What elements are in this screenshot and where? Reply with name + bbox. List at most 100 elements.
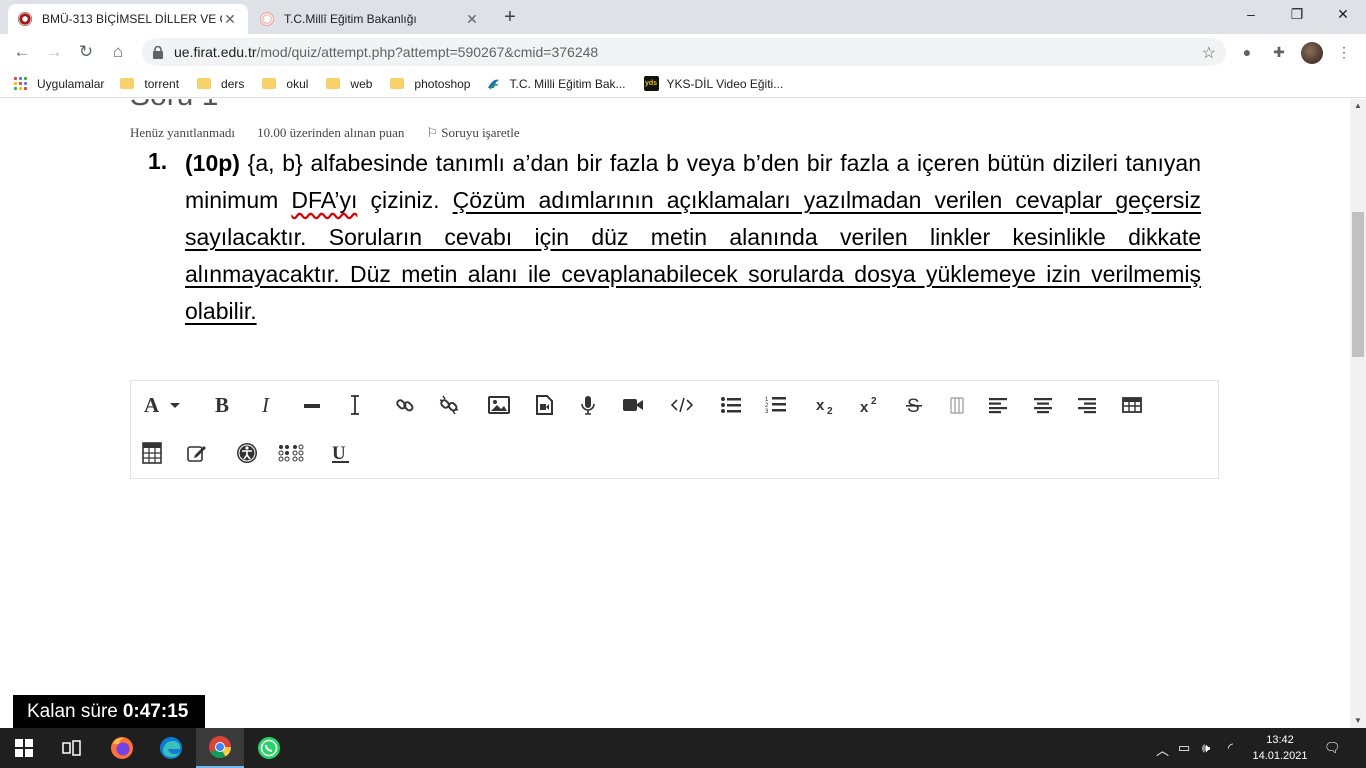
chrome-menu-icon[interactable]: ⋮ bbox=[1335, 43, 1353, 61]
tab-meb[interactable]: T.C.Millî Eğitim Bakanlığı ✕ bbox=[250, 4, 490, 34]
taskbar-clock[interactable]: 13:42 14.01.2021 bbox=[1250, 732, 1310, 764]
bookmark-label: ders bbox=[221, 76, 245, 91]
page-content: Soru 1 Henüz yanıtlanmadı 10.00 üzerinde… bbox=[0, 99, 1350, 728]
show-hidden-icons-icon[interactable]: ︿ bbox=[1156, 740, 1169, 759]
svg-text:3: 3 bbox=[765, 409, 769, 415]
horizontal-rule-button[interactable] bbox=[301, 391, 323, 419]
yds-icon: yds bbox=[643, 76, 659, 91]
bookmark-label: web bbox=[350, 76, 373, 91]
whatsapp-icon[interactable] bbox=[245, 728, 293, 768]
restore-button[interactable]: ❐ bbox=[1274, 0, 1320, 30]
underline-button[interactable]: U bbox=[330, 439, 352, 467]
table-button[interactable] bbox=[1121, 391, 1143, 419]
media-button[interactable] bbox=[532, 391, 556, 419]
notification-center-icon[interactable]: 🗨 bbox=[1324, 740, 1341, 756]
tab-close-icon[interactable]: ✕ bbox=[464, 11, 480, 28]
timer-value: 0:47:15 bbox=[122, 700, 189, 722]
chrome-icon[interactable] bbox=[196, 728, 244, 768]
address-bar[interactable]: ue.firat.edu.tr /mod/quiz/attempt.php?at… bbox=[142, 38, 1226, 66]
unordered-list-button[interactable] bbox=[719, 391, 743, 419]
align-right-button[interactable] bbox=[1076, 391, 1098, 419]
avatar[interactable] bbox=[1301, 42, 1323, 64]
bookmarks-bar: Uygulamalar torrent ders okul web photos… bbox=[0, 70, 1366, 98]
minimize-button[interactable]: – bbox=[1228, 0, 1274, 30]
url-host: ue.firat.edu.tr bbox=[174, 44, 257, 60]
align-left-button[interactable] bbox=[987, 391, 1009, 419]
bookmark-star-icon[interactable]: ☆ bbox=[1202, 43, 1216, 63]
folder-icon bbox=[197, 78, 212, 89]
reload-icon[interactable]: ↻ bbox=[73, 39, 99, 65]
new-tab-button[interactable]: + bbox=[498, 6, 522, 30]
clear-formatting-button[interactable] bbox=[344, 391, 366, 419]
lock-icon bbox=[152, 45, 164, 59]
collapse-button[interactable] bbox=[947, 391, 969, 419]
folder-icon bbox=[120, 78, 135, 89]
back-icon[interactable]: ← bbox=[9, 39, 35, 65]
bookmark-label: torrent bbox=[144, 76, 180, 91]
extension-circle-icon[interactable]: ● bbox=[1238, 43, 1256, 61]
bookmark-meb[interactable]: T.C. Milli Eğitim Bak... bbox=[486, 76, 626, 91]
browser-toolbar: ← → ↻ ⌂ ue.firat.edu.tr /mod/quiz/attemp… bbox=[0, 34, 1366, 70]
strikethrough-button[interactable]: S bbox=[903, 391, 925, 419]
wifi-icon[interactable]: ◜ bbox=[1228, 740, 1233, 756]
volume-icon[interactable]: 🕪 bbox=[1202, 740, 1210, 756]
scroll-up-icon[interactable]: ▲ bbox=[1350, 99, 1366, 113]
battery-icon[interactable]: ▭ bbox=[1178, 740, 1190, 756]
superscript-button[interactable]: x2 bbox=[858, 391, 882, 419]
align-center-button[interactable] bbox=[1032, 391, 1054, 419]
home-icon[interactable]: ⌂ bbox=[105, 39, 131, 65]
windows-start-icon[interactable] bbox=[0, 728, 48, 768]
bookmark-ders[interactable]: ders bbox=[197, 77, 244, 91]
flag-icon: ⚐ bbox=[426, 125, 439, 140]
bookmark-yds[interactable]: yds YKS-DİL Video Eğiti... bbox=[643, 76, 784, 91]
unlink-button[interactable] bbox=[437, 391, 461, 419]
question-text-part: çiziniz. bbox=[357, 187, 453, 213]
question-number: 1. bbox=[148, 148, 168, 174]
edge-icon[interactable] bbox=[147, 728, 195, 768]
link-button[interactable] bbox=[393, 391, 417, 419]
italic-button[interactable]: I bbox=[256, 391, 280, 419]
html-code-button[interactable] bbox=[669, 391, 695, 419]
bookmark-photoshop[interactable]: photoshop bbox=[390, 77, 470, 91]
subscript-button[interactable]: x2 bbox=[814, 391, 838, 419]
bookmark-label: Uygulamalar bbox=[37, 76, 105, 91]
bookmark-okul[interactable]: okul bbox=[262, 77, 308, 91]
video-camera-icon[interactable] bbox=[621, 391, 645, 419]
scroll-thumb[interactable] bbox=[1352, 212, 1364, 357]
svg-text:x: x bbox=[860, 399, 869, 416]
question-text: (10p) {a, b} alfabesinde tanımlı a’dan b… bbox=[185, 145, 1201, 330]
ordered-list-button[interactable]: 123 bbox=[764, 391, 788, 419]
question-status: Henüz yanıtlanmadı bbox=[130, 125, 236, 140]
tab-quiz[interactable]: BMÜ-313 BİÇİMSEL DİLLER VE OT ✕ bbox=[8, 4, 248, 34]
bookmark-torrent[interactable]: torrent bbox=[120, 77, 179, 91]
bookmark-web[interactable]: web bbox=[326, 77, 372, 91]
extensions-puzzle-icon[interactable]: ✚ bbox=[1270, 43, 1288, 61]
bookmark-apps[interactable]: Uygulamalar bbox=[14, 77, 104, 91]
close-window-button[interactable]: ✕ bbox=[1320, 0, 1366, 30]
screenreader-helper-icon[interactable] bbox=[278, 439, 304, 467]
accessibility-checker-icon[interactable] bbox=[235, 439, 259, 467]
svg-text:I: I bbox=[261, 394, 270, 416]
bold-button[interactable]: B bbox=[211, 391, 235, 419]
bookmark-label: YKS-DİL Video Eğiti... bbox=[666, 76, 784, 91]
answer-editor[interactable]: A B I 1 2 3 x 2 x 2 S U bbox=[130, 380, 1219, 479]
meb-favicon-icon bbox=[260, 12, 274, 26]
browser-tab-strip: BMÜ-313 BİÇİMSEL DİLLER VE OT ✕ T.C.Mill… bbox=[0, 0, 1366, 34]
scroll-down-icon[interactable]: ▼ bbox=[1350, 714, 1366, 728]
folder-icon bbox=[390, 78, 405, 89]
timer-label: Kalan süre bbox=[27, 700, 118, 722]
forward-icon[interactable]: → bbox=[41, 39, 67, 65]
flag-question-link[interactable]: ⚐ Soruyu işaretle bbox=[426, 125, 519, 141]
tab-close-icon[interactable]: ✕ bbox=[222, 11, 238, 28]
font-color-button[interactable]: A bbox=[141, 391, 187, 419]
equation-calculator-icon[interactable] bbox=[141, 439, 163, 467]
folder-icon bbox=[262, 78, 277, 89]
image-button[interactable] bbox=[486, 391, 512, 419]
microphone-icon[interactable] bbox=[577, 391, 599, 419]
question-info: Henüz yanıtlanmadı 10.00 üzerinden alına… bbox=[130, 125, 520, 141]
task-view-icon[interactable] bbox=[48, 728, 96, 768]
page-scrollbar[interactable]: ▲ ▼ bbox=[1350, 99, 1366, 728]
firefox-icon[interactable] bbox=[98, 728, 146, 768]
tab-title: BMÜ-313 BİÇİMSEL DİLLER VE OT bbox=[42, 12, 222, 26]
edit-pencil-icon[interactable] bbox=[186, 439, 208, 467]
